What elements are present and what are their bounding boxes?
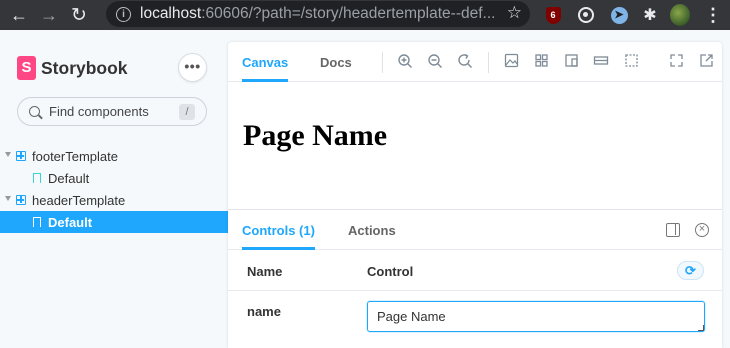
search-icon — [29, 106, 40, 117]
browser-menu-icon[interactable]: ⋮ — [703, 5, 723, 25]
background-icon[interactable] — [502, 53, 520, 71]
outline-icon[interactable] — [622, 53, 640, 71]
panel-orientation-icon[interactable] — [666, 223, 680, 237]
viewport-icon[interactable] — [562, 53, 580, 71]
bookmark-star-icon[interactable]: ☆ — [507, 3, 522, 23]
column-header-name: Name — [247, 264, 283, 279]
tab-canvas[interactable]: Canvas — [242, 42, 289, 82]
ublock-badge: 6 — [545, 6, 561, 24]
fullscreen-icon[interactable] — [667, 53, 685, 71]
zoom-in-icon[interactable] — [396, 53, 414, 71]
extensions-puzzle-icon[interactable]: ✱ — [640, 5, 660, 25]
resize-handle-icon[interactable] — [698, 325, 704, 331]
url-host: localhost — [140, 5, 202, 22]
browser-toolbar: ← → ↻ i localhost:60606/?path=/story/hea… — [0, 0, 730, 30]
measure-icon[interactable] — [592, 53, 610, 71]
back-icon[interactable]: ← — [4, 0, 34, 30]
controls-table-header: Name Control ⟳ — [228, 250, 722, 291]
addons-panel: Controls (1) Actions × Name Control ⟳ na… — [228, 209, 722, 348]
forward-icon[interactable]: → — [34, 0, 64, 30]
profile-avatar[interactable] — [670, 4, 690, 26]
brand-name: Storybook — [41, 57, 128, 78]
site-info-icon[interactable]: i — [116, 6, 131, 22]
chevron-down-icon[interactable] — [5, 196, 11, 201]
chevron-down-icon[interactable] — [5, 152, 11, 157]
address-bar[interactable]: i localhost:60606/?path=/story/headertem… — [106, 1, 530, 27]
page-title: Page Name — [243, 119, 388, 152]
target-extension-icon[interactable] — [576, 5, 596, 25]
tree-item-headertemplate[interactable]: headerTemplate — [0, 189, 228, 211]
main-panel: Canvas Docs Page Name Controls (1) Actio… — [228, 42, 722, 348]
storybook-logo-icon: S — [17, 56, 36, 80]
grid-icon[interactable] — [532, 53, 550, 71]
table-row: name — [228, 291, 722, 348]
tree-item-label: Default — [48, 170, 90, 186]
sidebar: S Storybook ••• Find components / footer… — [0, 30, 228, 348]
tree-item-label: footerTemplate — [32, 148, 118, 164]
component-icon — [16, 195, 26, 205]
tree-item-label: headerTemplate — [32, 192, 126, 208]
reset-controls-button[interactable]: ⟳ — [677, 261, 704, 280]
more-options-button[interactable]: ••• — [178, 53, 207, 82]
ublock-extension-icon[interactable]: 6 — [543, 5, 563, 25]
name-control-input[interactable] — [367, 301, 705, 332]
storybook-brand[interactable]: S Storybook — [17, 56, 128, 80]
bookmark-icon — [33, 217, 41, 227]
tab-docs[interactable]: Docs — [320, 42, 352, 82]
arrow-extension-icon[interactable]: ➤ — [609, 5, 629, 25]
tree-item-footertemplate-default[interactable]: Default — [0, 167, 228, 189]
close-icon[interactable]: × — [695, 223, 709, 237]
reload-icon[interactable]: ↻ — [64, 0, 94, 30]
toolbar-divider — [488, 52, 489, 73]
tree-item-footertemplate[interactable]: footerTemplate — [0, 145, 228, 167]
addons-tabbar: Controls (1) Actions × — [228, 210, 722, 250]
zoom-out-icon[interactable] — [426, 53, 444, 71]
preview-toolbar: Canvas Docs — [228, 42, 722, 82]
search-input[interactable]: Find components / — [17, 97, 207, 126]
toolbar-divider — [382, 52, 383, 73]
open-new-tab-icon[interactable] — [697, 53, 715, 71]
tree-item-label: Default — [48, 214, 93, 230]
component-icon — [16, 151, 26, 161]
search-shortcut-badge: / — [179, 104, 195, 120]
arg-name: name — [247, 304, 281, 319]
bookmark-icon — [33, 173, 41, 183]
story-canvas: Page Name — [228, 83, 722, 209]
tab-controls[interactable]: Controls (1) — [242, 210, 315, 250]
search-placeholder: Find components — [49, 104, 149, 119]
zoom-reset-icon[interactable] — [456, 53, 474, 71]
url-path: :60606/?path=/story/headertemplate--def.… — [201, 5, 496, 22]
tree-item-headertemplate-default[interactable]: Default — [0, 211, 228, 233]
tab-actions[interactable]: Actions — [348, 210, 396, 250]
column-header-control: Control — [367, 264, 414, 279]
